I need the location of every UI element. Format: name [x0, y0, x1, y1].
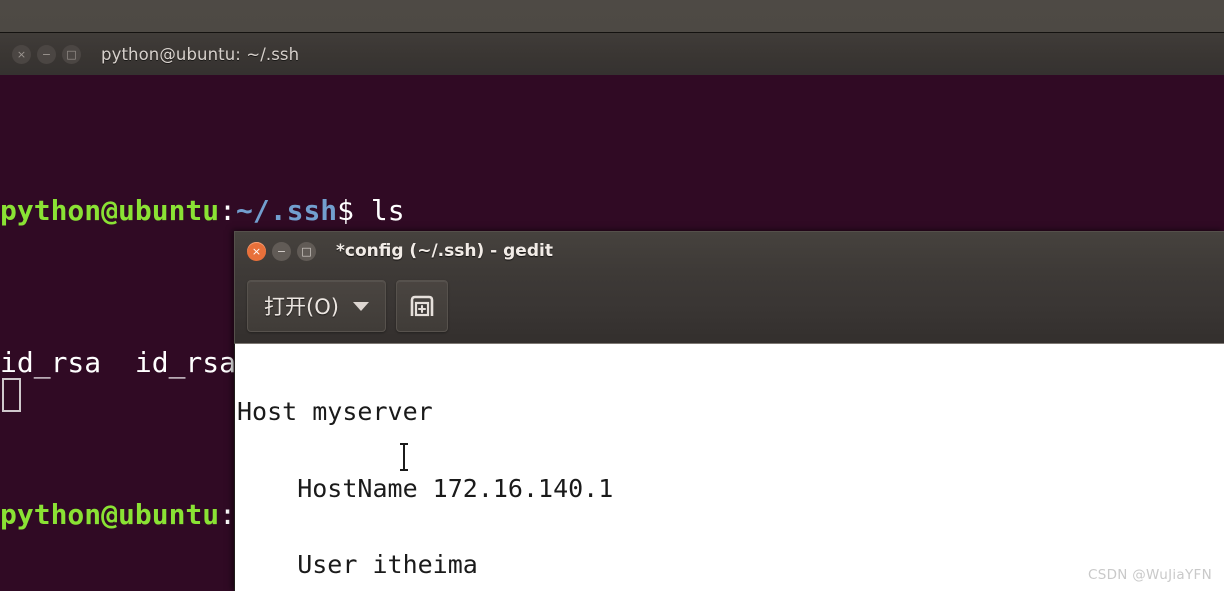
text-cursor-icon: [396, 441, 412, 473]
save-icon: [409, 294, 435, 318]
editor-line: HostName 172.16.140.1: [237, 473, 614, 503]
terminal-close-button[interactable]: ×: [12, 44, 31, 64]
prompt-user-host: python@ubuntu: [0, 498, 220, 531]
prompt-dollar: $: [337, 194, 355, 227]
prompt-colon: :: [219, 194, 237, 227]
gedit-text-area[interactable]: Host myserver HostName 172.16.140.1 User…: [234, 343, 1224, 591]
open-file-button-label: 打开(O): [264, 295, 339, 319]
gedit-title-label: *config (~/.ssh) - gedit: [336, 241, 553, 261]
editor-line-text: Host myserver: [237, 397, 433, 426]
gedit-toolbar: 打开(O): [247, 280, 448, 332]
terminal-titlebar[interactable]: × − □ python@ubuntu: ~/.ssh: [0, 32, 1224, 75]
save-file-button[interactable]: [395, 280, 448, 332]
terminal-line: python@ubuntu:~/.ssh$ ls: [0, 192, 657, 230]
gedit-header-bar[interactable]: × − □ *config (~/.ssh) - gedit 打开(O): [234, 231, 1224, 343]
gedit-maximize-button[interactable]: □: [297, 241, 316, 261]
editor-line-text: HostName 172.16.140.1: [237, 473, 614, 503]
terminal-minimize-button[interactable]: −: [37, 44, 56, 64]
prompt-path: ~/.ssh: [236, 194, 338, 227]
terminal-title-label: python@ubuntu: ~/.ssh: [101, 44, 300, 64]
chevron-down-icon: [352, 301, 369, 311]
editor-line: Host myserver: [237, 399, 613, 425]
terminal-window-controls: × − □: [12, 44, 81, 64]
gedit-document-content: Host myserver HostName 172.16.140.1 User…: [237, 348, 613, 591]
terminal-maximize-button[interactable]: □: [62, 44, 81, 64]
gedit-minimize-button[interactable]: −: [272, 241, 291, 261]
terminal-cursor: [2, 378, 21, 412]
gedit-close-button[interactable]: ×: [247, 241, 266, 261]
gedit-window-controls: × − □: [247, 241, 316, 261]
open-file-button[interactable]: 打开(O): [247, 280, 386, 332]
gedit-window: × − □ *config (~/.ssh) - gedit 打开(O) Hos…: [234, 231, 1224, 591]
editor-line-text: User itheima: [237, 550, 478, 579]
terminal-command: ls: [354, 194, 405, 227]
prompt-user-host: python@ubuntu: [0, 194, 220, 227]
watermark-text: CSDN @WuJiaYFN: [1087, 567, 1212, 583]
gedit-titlebar[interactable]: × − □ *config (~/.ssh) - gedit: [235, 232, 1224, 270]
editor-line: User itheima: [237, 552, 613, 578]
